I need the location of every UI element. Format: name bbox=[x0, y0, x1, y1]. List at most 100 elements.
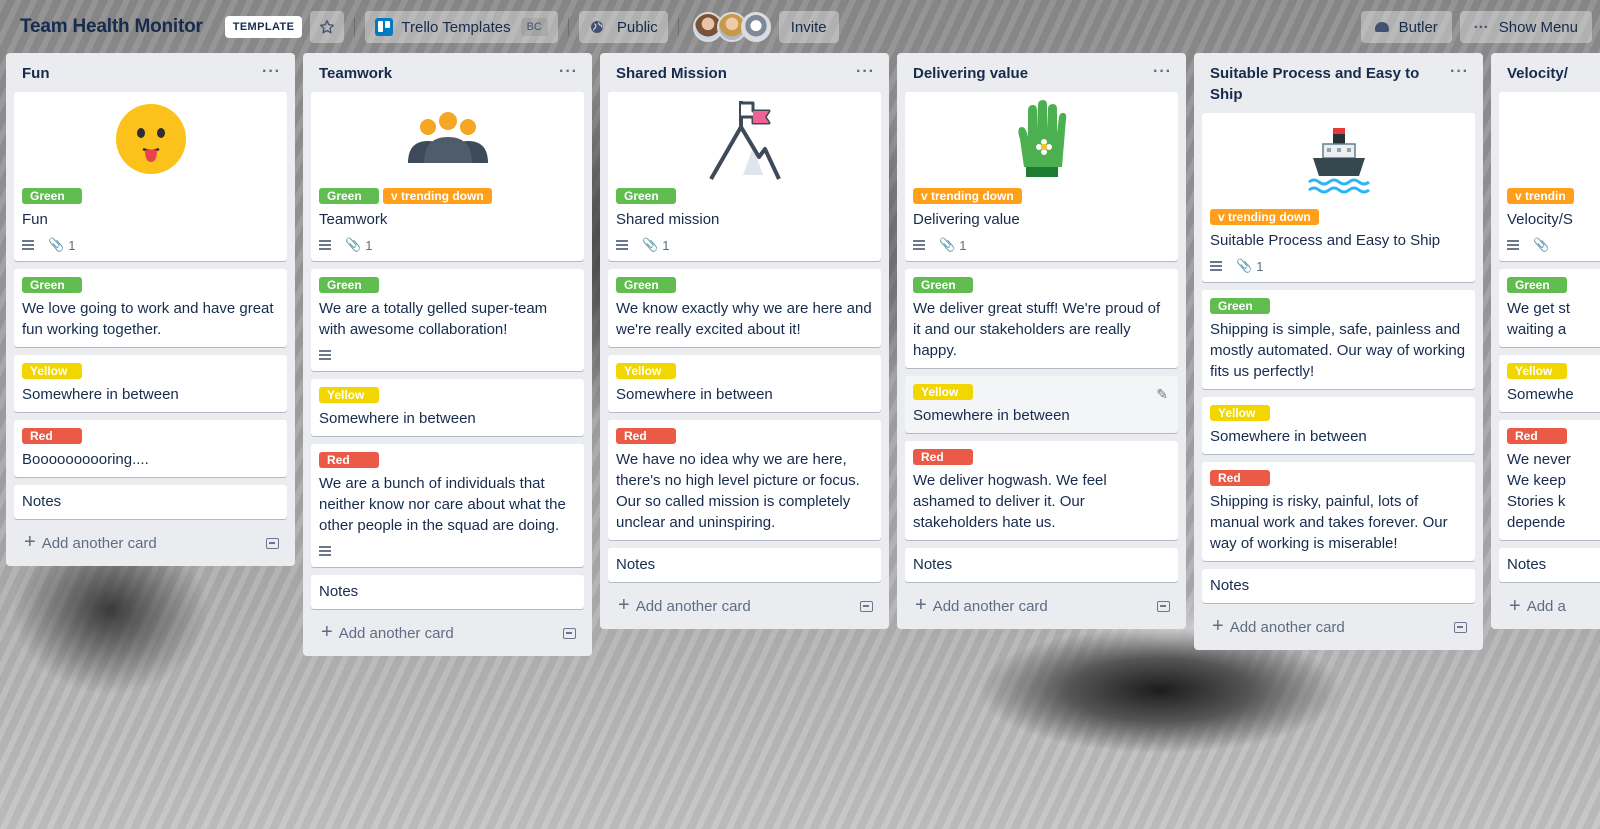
notes-card[interactable]: Notes bbox=[1499, 548, 1600, 582]
list-menu-icon[interactable]: ··· bbox=[1153, 63, 1172, 81]
card-badges bbox=[319, 542, 576, 560]
card-labels: Green bbox=[22, 277, 279, 293]
card[interactable]: Yellow Somewhere in between bbox=[608, 355, 881, 412]
card[interactable]: Yellow Somewhere in between bbox=[14, 355, 287, 412]
team-button[interactable]: Trello Templates BC bbox=[365, 11, 558, 43]
invite-button[interactable]: Invite bbox=[778, 11, 839, 43]
list-shared-mission: Shared Mission ··· Green Shared mission … bbox=[600, 53, 889, 629]
pencil-icon[interactable]: ✎ bbox=[1156, 386, 1168, 403]
card[interactable]: Green We love going to work and have gre… bbox=[14, 269, 287, 347]
list-title[interactable]: Delivering value bbox=[913, 63, 1028, 84]
card[interactable]: Yellow Somewhere in between ✎ bbox=[905, 376, 1178, 433]
card[interactable]: Red Shipping is risky, painful, lots of … bbox=[1202, 462, 1475, 561]
notes-card[interactable]: Notes bbox=[1202, 569, 1475, 603]
label-green: Green bbox=[1507, 277, 1567, 293]
member-avatars bbox=[692, 12, 771, 42]
list-title[interactable]: Fun bbox=[22, 63, 50, 84]
card-template-icon[interactable] bbox=[266, 538, 279, 549]
card[interactable]: Green We deliver great stuff! We're prou… bbox=[905, 269, 1178, 368]
add-card-button[interactable]: + Add another card bbox=[905, 590, 1178, 629]
card[interactable]: Green Shipping is simple, safe, painless… bbox=[1202, 290, 1475, 389]
butler-button[interactable]: Butler bbox=[1360, 11, 1452, 43]
notes-card[interactable]: Notes bbox=[311, 575, 584, 609]
list-title[interactable]: Shared Mission bbox=[616, 63, 727, 84]
list-title[interactable]: Teamwork bbox=[319, 63, 392, 84]
list-menu-icon[interactable]: ··· bbox=[856, 63, 875, 81]
add-card-label: Add another card bbox=[932, 598, 1048, 615]
add-card-button[interactable]: + Add a bbox=[1499, 590, 1600, 629]
list-header[interactable]: Suitable Process and Easy to Ship ··· bbox=[1202, 53, 1475, 113]
list-title[interactable]: Suitable Process and Easy to Ship bbox=[1210, 63, 1440, 105]
list-header[interactable]: Delivering value ··· bbox=[905, 53, 1178, 92]
cover-card[interactable]: Green Shared mission 📎 1 bbox=[608, 92, 881, 261]
list-header[interactable]: Shared Mission ··· bbox=[608, 53, 881, 92]
list-title[interactable]: Velocity/ bbox=[1507, 63, 1568, 84]
cover-card[interactable]: v trendin Velocity/S 📎 bbox=[1499, 92, 1600, 261]
cover-card[interactable]: v trending down Suitable Process and Eas… bbox=[1202, 113, 1475, 282]
card[interactable]: Red We deliver hogwash. We feel ashamed … bbox=[905, 441, 1178, 540]
template-badge: TEMPLATE bbox=[224, 16, 303, 38]
card-labels: Red bbox=[22, 428, 279, 444]
list-menu-icon[interactable]: ··· bbox=[1450, 63, 1469, 81]
label-yellow: Yellow bbox=[913, 384, 973, 400]
card-cover bbox=[311, 92, 584, 186]
card-badges bbox=[319, 346, 576, 364]
notes-card[interactable]: Notes bbox=[905, 548, 1178, 582]
cover-card[interactable]: Green Fun 📎 1 bbox=[14, 92, 287, 261]
list-menu-icon[interactable]: ··· bbox=[559, 63, 578, 81]
card-template-icon[interactable] bbox=[860, 601, 873, 612]
label-yellow: Yellow bbox=[1507, 363, 1567, 379]
avatar[interactable] bbox=[740, 12, 771, 42]
card[interactable]: Yellow Somewhe bbox=[1499, 355, 1600, 412]
add-card-button[interactable]: + Add another card bbox=[14, 527, 287, 566]
card-labels: v trending down bbox=[1210, 209, 1467, 225]
card-labels: Red bbox=[1507, 428, 1595, 444]
list-velocity: Velocity/ v trendin Velocity/S 📎 Green W… bbox=[1491, 53, 1600, 629]
card[interactable]: Green We get st waiting a bbox=[1499, 269, 1600, 347]
card[interactable]: Yellow Somewhere in between bbox=[311, 379, 584, 436]
board-title[interactable]: Team Health Monitor bbox=[20, 16, 203, 38]
card[interactable]: Green We know exactly why we are here an… bbox=[608, 269, 881, 347]
card-template-icon[interactable] bbox=[563, 628, 576, 639]
attachment-count: 1 bbox=[68, 237, 76, 253]
card-template-icon[interactable] bbox=[1157, 601, 1170, 612]
card[interactable]: Red Boooooooooring.... bbox=[14, 420, 287, 477]
label-orange: v trending down bbox=[1210, 209, 1319, 225]
paperclip-icon: 📎 bbox=[345, 237, 362, 252]
card[interactable]: Red We are a bunch of individuals that n… bbox=[311, 444, 584, 567]
card-labels: Green bbox=[1507, 277, 1595, 293]
list-header[interactable]: Velocity/ bbox=[1499, 53, 1600, 92]
add-card-button[interactable]: + Add another card bbox=[311, 617, 584, 656]
label-green: Green bbox=[913, 277, 973, 293]
card-labels: Green bbox=[319, 277, 576, 293]
card-cover bbox=[608, 92, 881, 186]
silly-face-icon bbox=[115, 104, 186, 174]
card-labels: Yellow bbox=[22, 363, 279, 379]
plus-icon: + bbox=[24, 531, 36, 553]
card-labels: Red bbox=[913, 449, 1170, 465]
cover-card[interactable]: v trending down Delivering value 📎 1 bbox=[905, 92, 1178, 261]
label-red: Red bbox=[1210, 470, 1270, 486]
card[interactable]: Green We are a totally gelled super-team… bbox=[311, 269, 584, 371]
add-card-button[interactable]: + Add another card bbox=[608, 590, 881, 629]
cover-card[interactable]: Green v trending down Teamwork 📎 1 bbox=[311, 92, 584, 261]
show-menu-button[interactable]: ··· Show Menu bbox=[1459, 11, 1592, 43]
list-header[interactable]: Teamwork ··· bbox=[311, 53, 584, 92]
star-button[interactable] bbox=[310, 11, 345, 43]
visibility-button[interactable]: Public bbox=[578, 11, 668, 43]
notes-card[interactable]: Notes bbox=[14, 485, 287, 519]
add-card-button[interactable]: + Add another card bbox=[1202, 611, 1475, 650]
card[interactable]: Yellow Somewhere in between bbox=[1202, 397, 1475, 454]
notes-card[interactable]: Notes bbox=[608, 548, 881, 582]
attachment-badge: 📎 1 bbox=[1236, 258, 1263, 274]
card-title: Delivering value bbox=[913, 211, 1020, 228]
board-header: Team Health Monitor TEMPLATE Trello Temp… bbox=[0, 0, 1600, 54]
card[interactable]: Red We have no idea why we are here, the… bbox=[608, 420, 881, 540]
card[interactable]: Red We never We keep Stories k depende bbox=[1499, 420, 1600, 540]
card-title: Notes bbox=[319, 583, 359, 600]
card-template-icon[interactable] bbox=[1454, 622, 1467, 633]
add-card-label: Add another card bbox=[338, 625, 454, 642]
list-header[interactable]: Fun ··· bbox=[14, 53, 287, 92]
list-menu-icon[interactable]: ··· bbox=[262, 63, 281, 81]
list-suitable-process: Suitable Process and Easy to Ship ··· v … bbox=[1194, 53, 1483, 650]
